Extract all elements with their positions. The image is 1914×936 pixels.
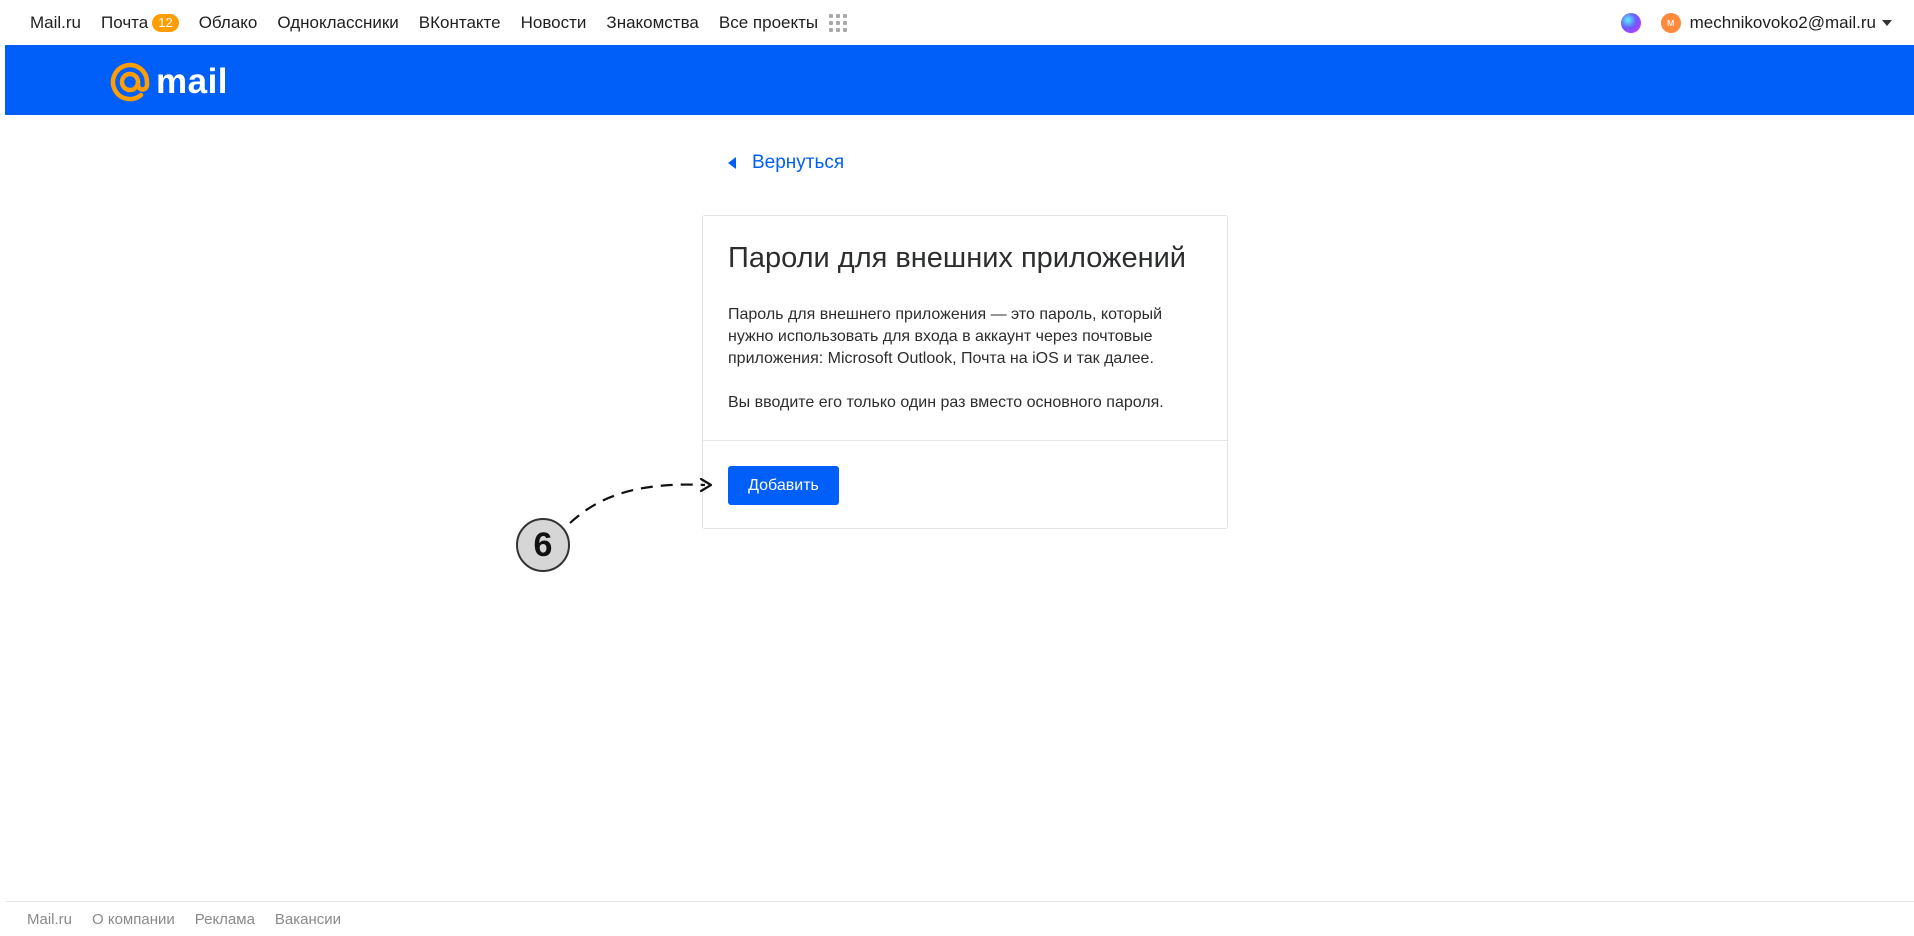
unread-count-badge: 12 [152,13,179,32]
mail-logo[interactable]: mail [109,61,228,103]
app-passwords-card: Пароли для внешних приложений Пароль для… [702,215,1228,529]
assistant-icon[interactable] [1620,12,1641,33]
portal-nav: Mail.ru Почта 12 Облако Одноклассники ВК… [0,0,1914,45]
avatar[interactable]: м [1660,12,1681,33]
step-number-marker: 6 [516,518,570,572]
brand-header: mail [5,45,1914,115]
portal-link-mailru[interactable]: Mail.ru [30,13,81,33]
portal-links: Mail.ru Почта 12 Облако Одноклассники ВК… [30,13,867,33]
at-sign-icon [110,62,150,102]
footer-link-about[interactable]: О компании [92,911,175,928]
back-link[interactable]: Вернуться [728,152,844,174]
add-button[interactable]: Добавить [728,466,839,505]
portal-link-ok[interactable]: Одноклассники [277,13,398,33]
chevron-down-icon[interactable] [1882,19,1892,26]
divider [703,440,1227,441]
account-area: м mechnikovoko2@mail.ru [1620,12,1892,33]
footer-divider [5,901,1914,902]
portal-link-vk[interactable]: ВКонтакте [419,13,501,33]
portal-link-mail-label: Почта [101,12,149,32]
card-description: Пароль для внешнего приложения — это пар… [728,304,1208,436]
description-paragraph: Пароль для внешнего приложения — это пар… [728,306,1163,367]
portal-link-cloud[interactable]: Облако [199,13,258,33]
description-paragraph: Вы вводите его только один раз вместо ос… [728,394,1164,411]
footer-link-jobs[interactable]: Вакансии [275,911,341,928]
footer: Mail.ru О компании Реклама Вакансии [27,911,361,928]
portal-link-dating[interactable]: Знакомства [606,13,698,33]
arrow-left-icon [728,157,736,169]
account-email[interactable]: mechnikovoko2@mail.ru [1690,13,1876,33]
footer-link-ads[interactable]: Реклама [195,911,255,928]
logo-text: mail [156,62,229,101]
all-projects-label: Все проекты [718,12,819,32]
back-link-label: Вернуться [752,152,845,173]
portal-link-news[interactable]: Новости [521,13,587,33]
portal-link-all-projects[interactable]: Все проекты [718,12,848,33]
portal-link-mail[interactable]: Почта 12 [101,13,179,33]
footer-link-mailru[interactable]: Mail.ru [27,911,72,928]
page: Mail.ru Почта 12 Облако Одноклассники ВК… [0,0,1914,936]
apps-grid-icon [829,13,848,32]
page-title: Пароли для внешних приложений [728,242,1186,274]
